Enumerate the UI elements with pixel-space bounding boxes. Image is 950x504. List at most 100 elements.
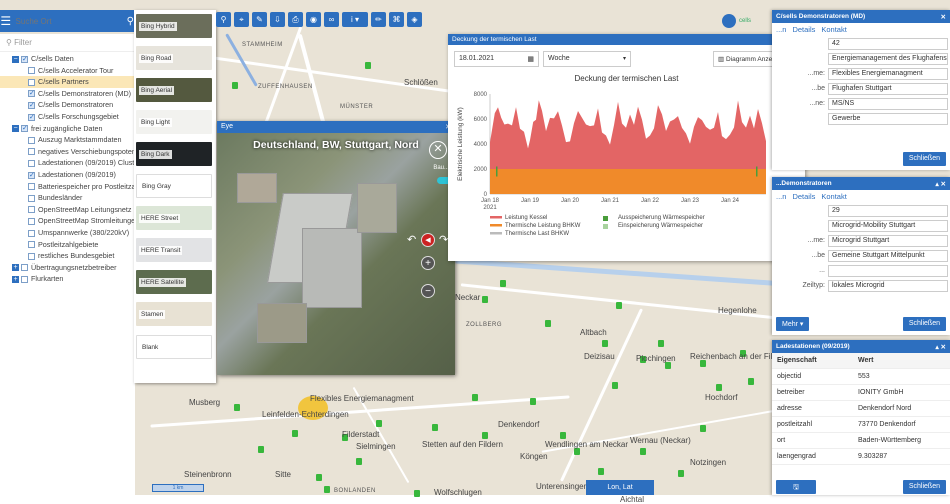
charging-station-marker[interactable] — [545, 320, 551, 327]
layer-tree-item[interactable]: restliches Bundesgebiet — [0, 250, 135, 262]
checkbox[interactable] — [28, 67, 35, 75]
calendar-icon[interactable]: ▦ — [527, 55, 534, 63]
checkbox[interactable] — [28, 241, 35, 249]
field-value[interactable]: lokales Microgrid — [828, 279, 948, 292]
layer-tree-item[interactable]: OpenStreetMap Leitungsnetz — [0, 204, 135, 216]
tab-kontakt[interactable]: Kontakt — [821, 25, 846, 34]
binoculars-icon[interactable]: ⌘ — [389, 12, 404, 27]
charging-station-marker[interactable] — [640, 448, 646, 455]
checkbox[interactable] — [28, 78, 35, 86]
layer-tree-item[interactable]: − ✓ frei zugängliche Daten — [0, 123, 135, 135]
checkbox[interactable] — [28, 194, 35, 202]
charging-station-marker[interactable] — [616, 302, 622, 309]
tab-details[interactable]: Details — [792, 25, 815, 34]
place-search-input[interactable] — [11, 13, 126, 29]
checkbox[interactable]: ✓ — [21, 125, 28, 133]
layer-tree-item[interactable]: Batteriespeicher pro Postleitzahl — [0, 181, 135, 193]
charging-station-marker[interactable] — [414, 490, 420, 497]
field-value[interactable]: Flexibles Energiemanagment — [828, 67, 948, 80]
field-value[interactable] — [828, 264, 948, 277]
layer-tree-item[interactable]: Auszug Marktstammdaten — [0, 134, 135, 146]
layer-tree-item[interactable]: ✓ C/sells Demonstratoren — [0, 99, 135, 111]
tab-kontakt[interactable]: Kontakt — [821, 192, 846, 201]
close-circle-icon[interactable]: ✕ — [429, 141, 447, 159]
charging-station-marker[interactable] — [678, 470, 684, 477]
field-value[interactable]: MS/NS — [828, 97, 948, 110]
filter-input[interactable]: ⚲ Filter — [0, 34, 135, 52]
charging-station-marker[interactable] — [665, 362, 671, 369]
layer-tree-item[interactable]: + Übertragungsnetzbetreiber — [0, 262, 135, 274]
charging-station-marker[interactable] — [292, 430, 298, 437]
layer-tree-item[interactable]: Postleitzahlgebiete — [0, 239, 135, 251]
close-button[interactable]: Schließen — [902, 480, 946, 494]
charging-station-marker[interactable] — [612, 382, 618, 389]
field-value[interactable]: Flughafen Stuttgart — [828, 82, 948, 95]
aerial-image[interactable]: Deutschland, BW, Stuttgart, Nord ✕ Bau..… — [217, 133, 455, 375]
charging-station-marker[interactable] — [700, 425, 706, 432]
basemap-option[interactable]: Bing Dark — [136, 142, 212, 166]
charging-station-marker[interactable] — [258, 446, 264, 453]
zoom-out-icon[interactable]: − — [421, 284, 435, 298]
rotate-right-icon[interactable]: ↷ — [439, 233, 448, 246]
charging-station-marker[interactable] — [700, 360, 706, 367]
charging-station-marker[interactable] — [316, 474, 322, 481]
close-icon[interactable]: ✕ — [941, 13, 946, 21]
checkbox[interactable]: ✓ — [28, 101, 35, 109]
print-icon[interactable]: ⎙ — [288, 12, 303, 27]
checkbox[interactable] — [28, 159, 35, 167]
layer-tree-item[interactable]: C/sells Accelerator Tour — [0, 65, 135, 77]
basemap-option[interactable]: Bing Hybrid — [136, 14, 212, 38]
basemap-option[interactable]: Bing Aerial — [136, 78, 212, 102]
info-icon[interactable]: i ▾ — [342, 12, 368, 27]
charging-station-marker[interactable] — [365, 62, 371, 69]
checkbox[interactable] — [28, 136, 35, 144]
basemap-option[interactable]: Bing Road — [136, 46, 212, 70]
charging-station-marker[interactable] — [472, 394, 478, 401]
basemap-option[interactable]: HERE Satellite — [136, 270, 212, 294]
close-button[interactable]: Schließen — [902, 317, 946, 331]
close-button[interactable]: Schließen — [902, 152, 946, 166]
layer-tree-item[interactable]: − ✓ C/sells Daten — [0, 53, 135, 65]
compass-icon[interactable]: ◀ — [421, 233, 435, 247]
basemap-option[interactable]: HERE Street — [136, 206, 212, 230]
charging-station-marker[interactable] — [232, 82, 238, 89]
tab-details[interactable]: Details — [792, 192, 815, 201]
charging-station-marker[interactable] — [376, 420, 382, 427]
charging-station-marker[interactable] — [432, 424, 438, 431]
layer-tree-item[interactable]: ✓ Ladestationen (09/2019) — [0, 169, 135, 181]
charging-station-marker[interactable] — [482, 432, 488, 439]
tab-general[interactable]: ...n — [776, 192, 786, 201]
expand-icon[interactable]: + — [12, 275, 19, 283]
basemap-option[interactable]: Stamen — [136, 302, 212, 326]
collapse-icon[interactable]: ▴ ✕ — [935, 343, 946, 351]
charging-station-marker[interactable] — [598, 468, 604, 475]
zoom-icon[interactable]: ⚲ — [216, 12, 231, 27]
basemap-option[interactable]: Bing Light — [136, 110, 212, 134]
charging-station-marker[interactable] — [530, 398, 536, 405]
more-button[interactable]: Mehr ▾ — [776, 317, 810, 331]
checkbox[interactable] — [28, 183, 35, 191]
marker-icon[interactable]: ⌖ — [234, 12, 249, 27]
save-icon[interactable]: 🖫 — [776, 480, 816, 494]
expand-icon[interactable]: + — [12, 264, 19, 272]
field-value[interactable]: Energiemanagement des Flughafens — [828, 52, 948, 65]
charging-station-marker[interactable] — [574, 448, 580, 455]
checkbox[interactable] — [28, 217, 35, 225]
field-value[interactable]: Gewerbe — [828, 112, 948, 125]
layer-tree-item[interactable]: Ladestationen (09/2019) Cluster — [0, 157, 135, 169]
measure-icon[interactable]: ✎ — [252, 12, 267, 27]
charging-station-marker[interactable] — [482, 296, 488, 303]
charging-station-marker[interactable] — [500, 280, 506, 287]
layer-tree-item[interactable]: negatives Verschiebungspotential — [0, 146, 135, 158]
layer-tree-item[interactable]: C/sells Partners — [0, 76, 135, 88]
field-value[interactable]: Microgrid Stuttgart — [828, 234, 948, 247]
basemap-option[interactable]: HERE Transit — [136, 238, 212, 262]
layer-tree-item[interactable]: ✓ C/sells Forschungsgebiet — [0, 111, 135, 123]
charging-station-marker[interactable] — [658, 340, 664, 347]
collapse-icon[interactable]: − — [12, 125, 19, 133]
layer-tree-item[interactable]: Bundesländer — [0, 192, 135, 204]
layer-tree-item[interactable]: ✓ C/sells Demonstratoren (MD) — [0, 88, 135, 100]
period-select[interactable]: Woche ▾ — [543, 51, 631, 67]
eye-icon[interactable]: ◉ — [306, 12, 321, 27]
layer-tree-item[interactable]: + Flurkarten — [0, 273, 135, 285]
